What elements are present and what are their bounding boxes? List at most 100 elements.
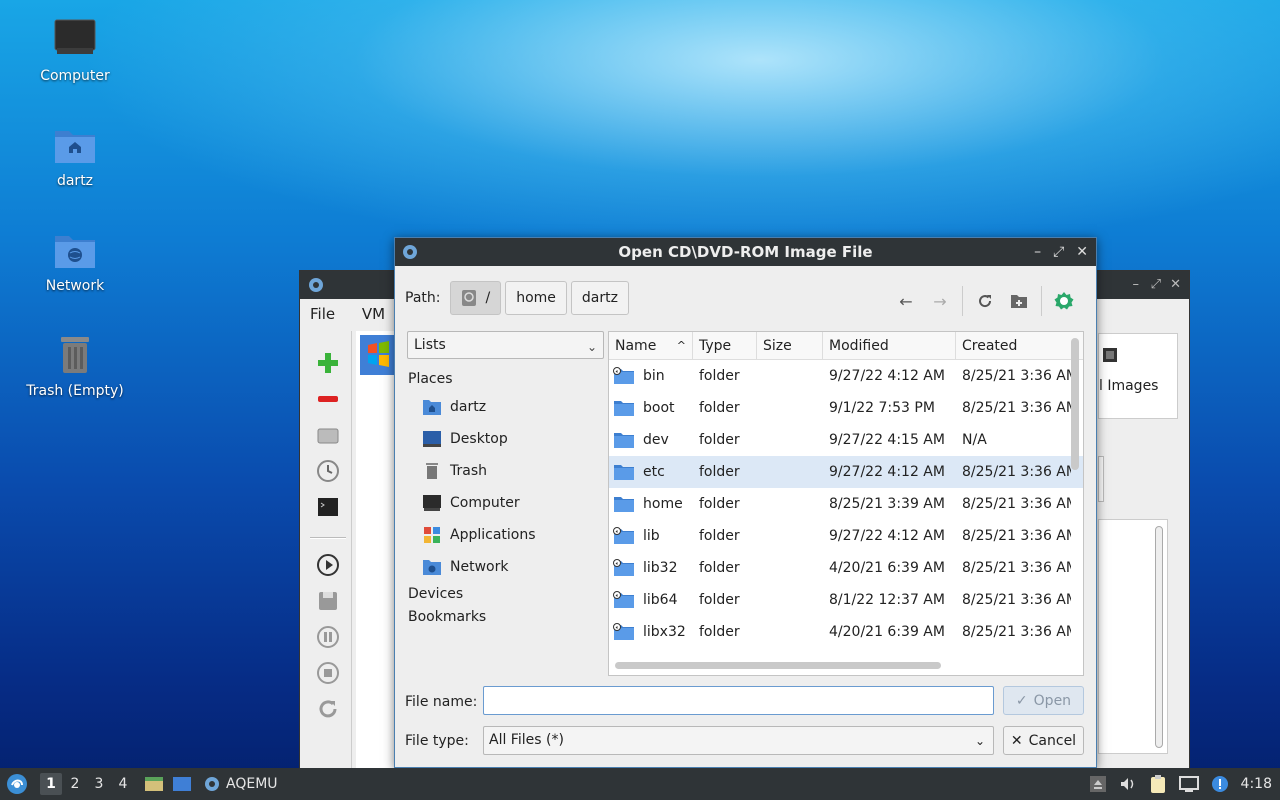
file-type-cell: folder: [699, 368, 740, 384]
file-row[interactable]: bin folder 9/27/22 4:12 AM 8/25/21 3:36 AM: [609, 360, 1083, 392]
file-name-cell: dev: [609, 431, 693, 449]
place-label: Network: [450, 559, 509, 575]
file-name-cell: lib64: [609, 591, 693, 609]
column-header-size[interactable]: Size: [757, 332, 823, 359]
view-options-icon[interactable]: [1052, 289, 1076, 313]
file-row[interactable]: etc folder 9/27/22 4:12 AM 8/25/21 3:36 AM: [609, 456, 1083, 488]
harddisk-icon: [317, 428, 339, 444]
column-header-modified[interactable]: Modified: [823, 332, 956, 359]
drive-button[interactable]: [314, 421, 342, 449]
column-header-type[interactable]: Type: [693, 332, 757, 359]
file-name-cell: bin: [609, 367, 693, 385]
column-header-label: Created: [962, 338, 1018, 354]
place-label: Computer: [450, 495, 520, 511]
reset-button[interactable]: [314, 695, 342, 723]
file-row[interactable]: dev folder 9/27/22 4:15 AM N/A: [609, 424, 1083, 456]
place-item-trash[interactable]: Trash: [408, 455, 603, 487]
places-view-select[interactable]: Lists ⌄: [407, 331, 604, 359]
workspace-1[interactable]: 1: [40, 773, 62, 795]
file-type-cell: folder: [699, 592, 740, 608]
desktop-icon-home[interactable]: dartz: [20, 123, 130, 189]
path-segment-label: home: [516, 290, 556, 306]
show-desktop-icon[interactable]: [172, 775, 192, 793]
panel-scrollbar[interactable]: [1155, 526, 1163, 748]
place-item-desktop[interactable]: Desktop: [408, 423, 603, 455]
reload-icon[interactable]: [973, 289, 997, 313]
add-vm-button[interactable]: [314, 349, 342, 377]
terminal-button[interactable]: [314, 493, 342, 521]
place-item-applications[interactable]: Applications: [408, 519, 603, 551]
aqemu-menubar: File VM: [310, 305, 407, 323]
maximize-icon[interactable]: ⤢: [1151, 277, 1161, 292]
section-devices[interactable]: Devices: [408, 583, 603, 606]
file-list[interactable]: Name ^ Type Size Modified Created bin fold…: [608, 331, 1084, 676]
taskbar-app-aqemu[interactable]: AQEMU: [226, 776, 278, 792]
close-icon[interactable]: ✕: [1170, 277, 1181, 292]
file-name-text: boot: [643, 400, 675, 416]
file-type-label: File type:: [405, 733, 469, 749]
path-segment-home[interactable]: home: [505, 281, 567, 315]
place-item-dartz[interactable]: dartz: [408, 391, 603, 423]
path-root-button[interactable]: /: [450, 281, 502, 315]
home-folder-icon: [423, 400, 441, 415]
desktop-icon-trash[interactable]: Trash (Empty): [20, 333, 130, 399]
volume-icon[interactable]: [1119, 775, 1137, 793]
desktop-icon-network[interactable]: Network: [20, 228, 130, 294]
file-type-select[interactable]: All Files (*) ⌄: [483, 726, 994, 755]
menu-file[interactable]: File: [310, 305, 335, 323]
place-item-network[interactable]: Network: [408, 551, 603, 583]
clock-button[interactable]: [314, 457, 342, 485]
clock[interactable]: 4:18: [1241, 776, 1272, 792]
file-row[interactable]: boot folder 9/1/22 7:53 PM 8/25/21 3:36 AM: [609, 392, 1083, 424]
start-menu-icon[interactable]: [6, 773, 28, 795]
workspace-2[interactable]: 2: [64, 773, 86, 795]
file-name-cell: home: [609, 495, 693, 513]
column-header-name[interactable]: Name ^: [609, 332, 693, 359]
file-row[interactable]: lib64 folder 8/1/22 12:37 AM 8/25/21 3:36 A…: [609, 584, 1083, 616]
file-row[interactable]: libx32 folder 4/20/21 6:39 AM 8/25/21 3:36 …: [609, 616, 1083, 648]
section-places[interactable]: Places: [408, 368, 603, 391]
file-modified-cell: 4/20/21 6:39 AM: [829, 624, 945, 640]
workspace-4[interactable]: 4: [112, 773, 134, 795]
remove-vm-button[interactable]: [314, 385, 342, 413]
workspace-3[interactable]: 3: [88, 773, 110, 795]
file-row[interactable]: lib32 folder 4/20/21 6:39 AM 8/25/21 3:36 A…: [609, 552, 1083, 584]
vertical-scrollbar[interactable]: [1071, 338, 1079, 470]
clipboard-icon[interactable]: [1149, 774, 1167, 794]
minimize-icon[interactable]: –: [1133, 277, 1140, 292]
file-name-text: libx32: [643, 624, 686, 640]
pause-button[interactable]: [314, 623, 342, 651]
file-manager-icon[interactable]: [144, 775, 164, 793]
section-bookmarks[interactable]: Bookmarks: [408, 606, 603, 629]
panel-area: [1098, 519, 1168, 754]
new-folder-icon[interactable]: [1007, 289, 1031, 313]
file-row[interactable]: lib folder 9/27/22 4:12 AM 8/25/21 3:36 AM: [609, 520, 1083, 552]
file-type-cell: folder: [699, 528, 740, 544]
desktop-icon-computer[interactable]: Computer: [20, 18, 130, 84]
toolbar-separator: [1041, 286, 1042, 316]
cancel-button[interactable]: ✕ Cancel: [1003, 726, 1084, 755]
horizontal-scrollbar[interactable]: [615, 662, 941, 669]
path-segment-dartz[interactable]: dartz: [570, 281, 629, 315]
column-header-created[interactable]: Created: [956, 332, 1071, 359]
file-name-input[interactable]: [483, 686, 994, 715]
forward-arrow-icon[interactable]: →: [928, 289, 952, 313]
file-modified-cell: 9/27/22 4:12 AM: [829, 528, 945, 544]
play-button[interactable]: [314, 551, 342, 579]
close-icon[interactable]: ✕: [1076, 238, 1088, 266]
open-button[interactable]: ✓ Open: [1003, 686, 1084, 715]
minimize-icon[interactable]: –: [1034, 238, 1041, 266]
file-name-cell: boot: [609, 399, 693, 417]
place-item-computer[interactable]: Computer: [408, 487, 603, 519]
network-status-icon[interactable]: [1178, 775, 1199, 793]
vm-list[interactable]: [356, 331, 398, 771]
maximize-icon[interactable]: ⤢: [1053, 238, 1064, 266]
save-state-button[interactable]: [314, 587, 342, 615]
notification-icon[interactable]: [1211, 775, 1229, 793]
file-row[interactable]: home folder 8/25/21 3:39 AM 8/25/21 3:36 AM: [609, 488, 1083, 520]
stop-button[interactable]: [314, 659, 342, 687]
back-arrow-icon[interactable]: ←: [894, 289, 918, 313]
menu-vm[interactable]: VM: [362, 305, 385, 323]
x-icon: ✕: [1010, 732, 1023, 749]
eject-icon[interactable]: [1089, 775, 1107, 793]
